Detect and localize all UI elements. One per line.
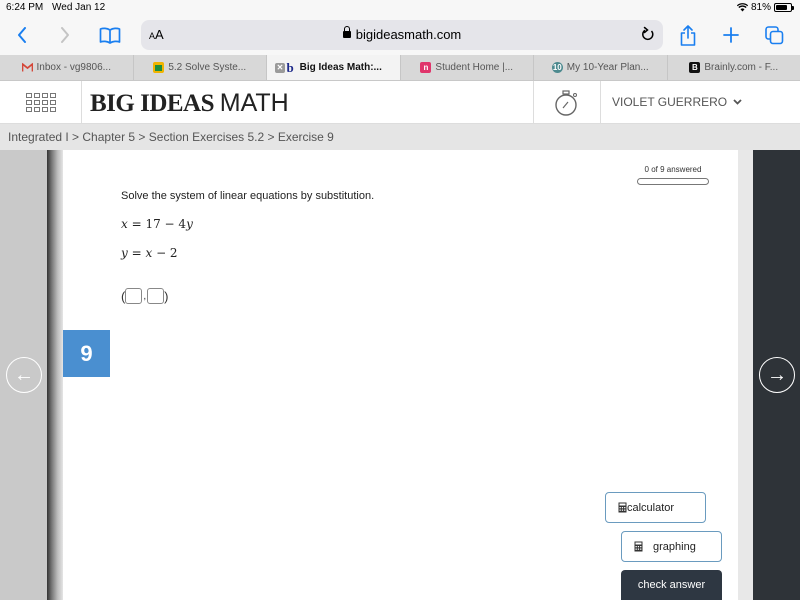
close-paren: ): [164, 288, 169, 304]
share-icon: [680, 24, 696, 46]
logo-thin: MATH: [219, 89, 289, 117]
close-tab-icon[interactable]: ✕: [275, 63, 285, 73]
question-number-badge: 9: [63, 330, 110, 377]
timer-button[interactable]: [533, 81, 601, 124]
breadcrumb[interactable]: Integrated I > Chapter 5 > Section Exerc…: [8, 130, 334, 144]
forward-icon: [61, 27, 69, 43]
status-right: 81%: [736, 2, 794, 13]
user-menu[interactable]: VIOLET GUERRERO: [612, 95, 742, 109]
graphing-button[interactable]: graphing: [621, 531, 722, 562]
plan-icon: 10: [551, 62, 563, 73]
tab-label: Brainly.com - F...: [704, 62, 779, 73]
bookmarks-icon: [99, 26, 121, 44]
tab-label: 5.2 Solve Syste...: [168, 62, 247, 73]
calculator-icon: [618, 502, 627, 513]
naviance-icon: n: [420, 62, 432, 73]
question-prompt: Solve the system of linear equations by …: [121, 190, 375, 202]
graphing-label: graphing: [653, 540, 696, 553]
logo-bold: BIG IDEAS: [90, 90, 215, 117]
tabs-overview-button[interactable]: [763, 22, 785, 48]
stopwatch-icon: [555, 89, 577, 116]
user-name: VIOLET GUERRERO: [612, 95, 728, 109]
battery-fill: [776, 5, 788, 10]
arrow-left-icon: ←: [14, 363, 34, 386]
browser-toolbar: AA bigideasmath.com: [0, 17, 800, 55]
equation-2: y = x − 2: [121, 246, 178, 260]
lock-icon: [342, 26, 351, 38]
tab-label: Student Home |...: [435, 62, 514, 73]
status-time: 6:24 PM: [6, 2, 44, 13]
app-menu-button[interactable]: [0, 81, 82, 124]
progress-bar: [637, 178, 709, 185]
equation-1: x = 17 − 4y: [121, 217, 193, 231]
bookmarks-button[interactable]: [98, 22, 122, 48]
main-area: ← 0 of 9 answered Solve the system of li…: [0, 150, 800, 600]
check-answer-button[interactable]: check answer: [621, 570, 722, 600]
progress-label: 0 of 9 answered: [644, 165, 702, 174]
app-header: BIG IDEAS MATH VIOLET GUERRERO: [0, 81, 800, 124]
reload-button[interactable]: [641, 26, 655, 47]
gmail-icon: [21, 62, 33, 72]
new-tab-button[interactable]: [721, 22, 741, 48]
big-ideas-icon: b: [286, 59, 294, 75]
calculator-button[interactable]: calculator: [605, 492, 706, 523]
comma: ,: [143, 290, 147, 302]
battery-percent: 81%: [750, 2, 771, 13]
tab-big-ideas-math[interactable]: ✕ b Big Ideas Math:...: [267, 55, 401, 80]
big-ideas-math-logo: BIG IDEAS MATH: [90, 89, 289, 118]
status-bar: 6:24 PM Wed Jan 12 81%: [0, 0, 800, 17]
brainly-icon: B: [689, 62, 701, 73]
url-text: bigideasmath.com: [355, 27, 462, 42]
reload-icon: [642, 26, 654, 41]
address-bar[interactable]: AA bigideasmath.com: [141, 20, 663, 50]
wifi-icon: [736, 3, 748, 12]
tab-label: Big Ideas Math:...: [299, 62, 382, 73]
share-button[interactable]: [678, 22, 698, 48]
grid-menu-icon: [25, 93, 56, 112]
tab-brainly[interactable]: B Brainly.com - F...: [668, 55, 800, 80]
tab-10-year-plan[interactable]: 10 My 10-Year Plan...: [534, 55, 668, 80]
graphing-calculator-icon: [634, 541, 643, 552]
status-date: Wed Jan 12: [52, 2, 106, 13]
google-classroom-icon: [153, 62, 165, 73]
breadcrumb-bar: Integrated I > Chapter 5 > Section Exerc…: [0, 124, 800, 150]
answer-x-input[interactable]: [125, 288, 143, 304]
panel-shadow: [47, 150, 63, 600]
tab-inbox[interactable]: Inbox - vg9806...: [0, 55, 134, 80]
url-display[interactable]: bigideasmath.com: [141, 26, 663, 42]
tab-solve-systems[interactable]: 5.2 Solve Syste...: [134, 55, 267, 80]
tab-label: Inbox - vg9806...: [36, 62, 112, 73]
battery-icon: [774, 3, 794, 12]
tabs-overview-icon: [764, 25, 783, 44]
tab-strip: Inbox - vg9806... 5.2 Solve Syste... ✕ b…: [0, 55, 800, 81]
arrow-right-icon: →: [767, 363, 787, 386]
calculator-label: calculator: [627, 501, 675, 514]
forward-button[interactable]: [55, 22, 75, 48]
answer-y-input[interactable]: [147, 288, 165, 304]
next-exercise-button[interactable]: →: [759, 357, 795, 393]
back-button[interactable]: [12, 22, 32, 48]
chevron-down-icon: [733, 99, 742, 105]
new-tab-icon: [723, 27, 739, 43]
previous-exercise-button[interactable]: ←: [6, 357, 42, 393]
tab-student-home[interactable]: n Student Home |...: [401, 55, 534, 80]
tab-label: My 10-Year Plan...: [566, 62, 649, 73]
answer-ordered-pair: ( , ): [121, 288, 168, 304]
back-icon: [18, 27, 26, 43]
progress-indicator: 0 of 9 answered: [637, 165, 709, 185]
